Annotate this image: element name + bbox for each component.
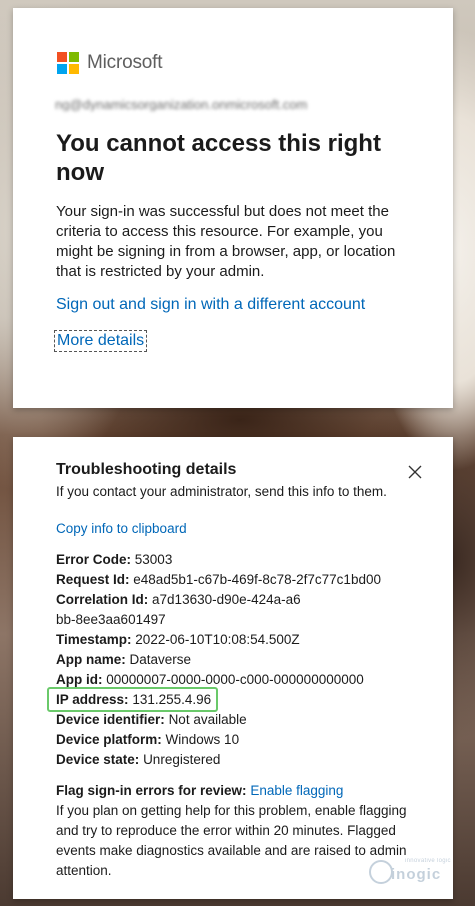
detail-label: Request Id: — [56, 572, 130, 587]
highlight-box — [47, 687, 219, 712]
copy-info-link[interactable]: Copy info to clipboard — [56, 521, 187, 536]
ip-address-highlight-group: IP address: 131.255.4.96 — [47, 687, 219, 712]
detail-value: 00000007-0000-0000-c000-000000000000 — [106, 672, 364, 687]
detail-value: Windows 10 — [165, 732, 240, 747]
detail-label: Device identifier: — [56, 712, 165, 727]
flagging-section: Flag sign-in errors for review: Enable f… — [56, 781, 416, 881]
detail-row-device-platform: Device platform: Windows 10 — [56, 730, 416, 750]
flagging-header: Flag sign-in errors for review: Enable f… — [56, 781, 416, 801]
detail-row-device-identifier: Device identifier: Not available — [56, 710, 416, 730]
detail-value: 2022-06-10T10:08:54.500Z — [135, 632, 300, 647]
detail-row-error-code: Error Code: 53003 — [56, 550, 416, 570]
details-list: Error Code: 53003 Request Id: e48ad5b1-c… — [47, 550, 416, 770]
troubleshooting-intro: If you contact your administrator, send … — [56, 484, 387, 499]
detail-value: 53003 — [134, 552, 173, 567]
detail-row-correlation-id: Correlation Id: a7d13630-d90e-424a-a6bb-… — [56, 590, 306, 630]
detail-row-device-state: Device state: Unregistered — [56, 750, 416, 770]
detail-row-request-id: Request Id: e48ad5b1-c67b-469f-8c78-2f7c… — [56, 570, 416, 590]
detail-label: Error Code: — [56, 552, 132, 567]
close-button[interactable] — [407, 464, 423, 480]
detail-label: Device platform: — [56, 732, 162, 747]
troubleshooting-title: Troubleshooting details — [56, 461, 237, 478]
detail-value: e48ad5b1-c67b-469f-8c78-2f7c77c1bd00 — [133, 572, 381, 587]
detail-row-ip-address: IP address: 131.255.4.96 — [47, 687, 416, 712]
error-message: Your sign-in was successful but does not… — [56, 203, 396, 280]
troubleshooting-panel: Troubleshooting details If you contact y… — [13, 437, 453, 899]
detail-label: Correlation Id: — [56, 592, 149, 607]
close-icon — [408, 465, 422, 479]
enable-flagging-link[interactable]: Enable flagging — [250, 783, 343, 798]
detail-row-app-name: App name: Dataverse — [56, 650, 416, 670]
detail-label: Device state: — [56, 752, 140, 767]
detail-value: Unregistered — [143, 752, 221, 767]
sign-out-link[interactable]: Sign out and sign in with a different ac… — [56, 296, 365, 314]
microsoft-logo: Microsoft — [57, 52, 162, 74]
detail-label: App name: — [56, 652, 126, 667]
flagging-description: If you plan on getting help for this pro… — [56, 803, 407, 878]
detail-value: Dataverse — [129, 652, 192, 667]
more-details-link[interactable]: More details — [53, 330, 148, 352]
detail-label: App id: — [56, 672, 103, 687]
page-title: You cannot access this right now — [56, 130, 381, 186]
microsoft-logo-icon — [57, 52, 79, 74]
brand-name: Microsoft — [87, 52, 163, 73]
account-email-blurred: ng@dynamicsorganization.onmicrosoft.com — [55, 97, 308, 111]
flagging-label: Flag sign-in errors for review: — [56, 783, 247, 798]
detail-label: Timestamp: — [56, 632, 132, 647]
detail-row-timestamp: Timestamp: 2022-06-10T10:08:54.500Z — [56, 630, 416, 650]
sign-in-error-card: Microsoft ng@dynamicsorganization.onmicr… — [13, 8, 453, 408]
detail-value: Not available — [168, 712, 247, 727]
